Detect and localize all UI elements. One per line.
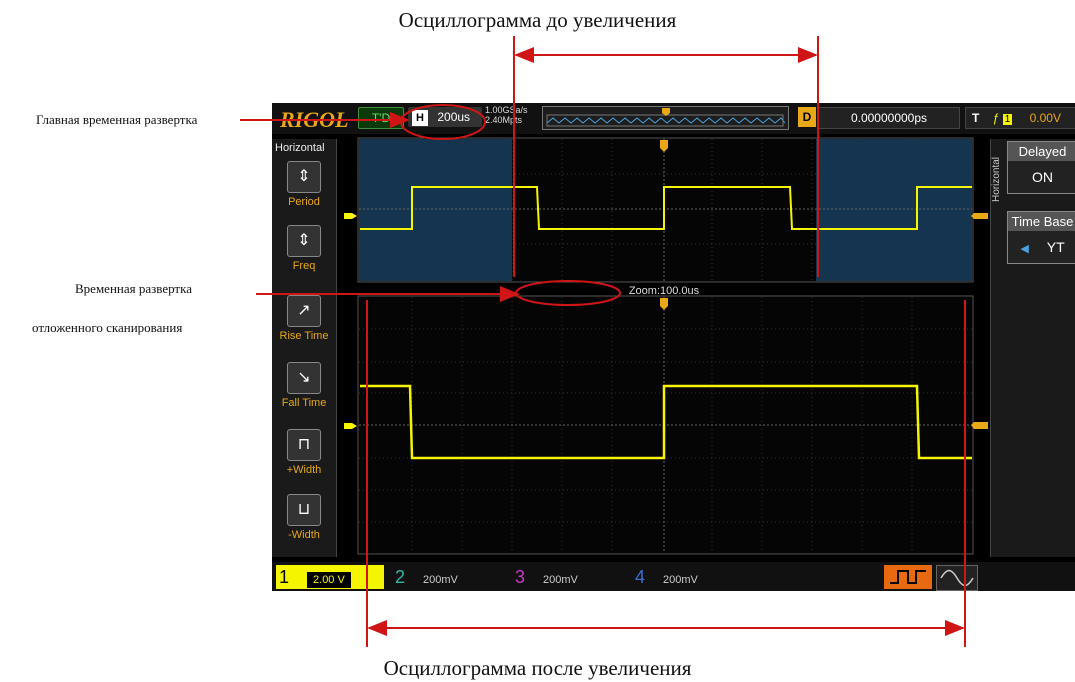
zoom-label-ellipse bbox=[515, 280, 621, 306]
main-timebase-ellipse bbox=[400, 104, 486, 140]
annotation-overlay bbox=[240, 36, 966, 647]
